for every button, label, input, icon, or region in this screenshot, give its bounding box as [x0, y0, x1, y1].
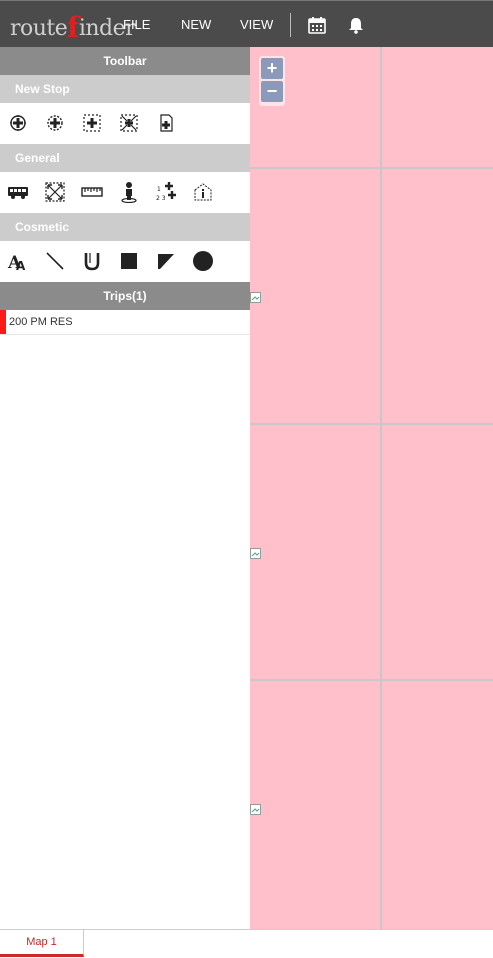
trip-color-swatch [0, 310, 6, 334]
menu-divider [290, 13, 291, 37]
add-stop-page-icon[interactable] [155, 112, 177, 134]
logo-text-prefix: route [10, 16, 68, 41]
map-view[interactable]: + − [250, 47, 493, 929]
map-tile-border [250, 167, 493, 169]
text-tool-icon[interactable]: AA [7, 250, 29, 272]
general-section-header[interactable]: General [0, 144, 250, 172]
new-stop-tools [0, 103, 250, 144]
zoom-extent-icon[interactable] [44, 181, 66, 203]
map-tile-border [250, 679, 493, 681]
left-sidebar: Toolbar New Stop General 1 2 3 Cosmetic … [0, 47, 250, 929]
broken-image-icon [250, 290, 261, 303]
info-house-icon[interactable] [192, 181, 214, 203]
bottom-tab-bar: Map 1 [0, 929, 493, 958]
svg-text:2 3: 2 3 [156, 195, 166, 202]
person-location-icon[interactable] [118, 181, 140, 203]
add-stop-square-icon[interactable] [81, 112, 103, 134]
new-menu[interactable]: NEW [181, 17, 211, 32]
measure-ruler-icon[interactable] [81, 181, 103, 203]
view-menu[interactable]: VIEW [240, 17, 273, 32]
calendar-icon[interactable] [307, 15, 327, 35]
top-menu-bar: routefinder FILE NEW VIEW [0, 0, 493, 47]
bus-icon[interactable] [7, 181, 29, 203]
zoom-in-button[interactable]: + [261, 58, 283, 79]
zoom-control: + − [259, 56, 285, 106]
routefinder-logo[interactable]: routefinder [10, 9, 136, 44]
tab-map-1[interactable]: Map 1 [0, 930, 84, 957]
trip-name: 200 PM RES [9, 316, 73, 328]
broken-image-icon [250, 802, 261, 815]
svg-text:A: A [16, 259, 26, 272]
map-tile-border [250, 423, 493, 425]
map-tile-border [380, 47, 382, 929]
rectangle-tool-icon[interactable] [118, 250, 140, 272]
underline-tool-icon[interactable] [81, 250, 103, 272]
logo-text-f: f [67, 11, 79, 44]
broken-image-icon [250, 546, 261, 559]
add-stop-radius-icon[interactable] [44, 112, 66, 134]
trip-row[interactable]: 200 PM RES [0, 310, 250, 335]
general-tools: 12 3 [0, 172, 250, 213]
cosmetic-section-header[interactable]: Cosmetic [0, 213, 250, 241]
line-tool-icon[interactable] [44, 250, 66, 272]
add-stop-icon[interactable] [7, 112, 29, 134]
circle-tool-icon[interactable] [192, 250, 214, 272]
numbered-stops-icon[interactable]: 12 3 [155, 181, 177, 203]
trips-header[interactable]: Trips(1) [0, 282, 250, 310]
zoom-out-button[interactable]: − [261, 81, 283, 102]
bell-icon[interactable] [346, 15, 366, 35]
cosmetic-tools: AA [0, 241, 250, 282]
toolbar-header: Toolbar [0, 47, 250, 75]
add-stop-region-icon[interactable] [118, 112, 140, 134]
file-menu[interactable]: FILE [123, 17, 150, 32]
polygon-tool-icon[interactable] [155, 250, 177, 272]
new-stop-section-header[interactable]: New Stop [0, 75, 250, 103]
svg-text:1: 1 [157, 186, 161, 193]
